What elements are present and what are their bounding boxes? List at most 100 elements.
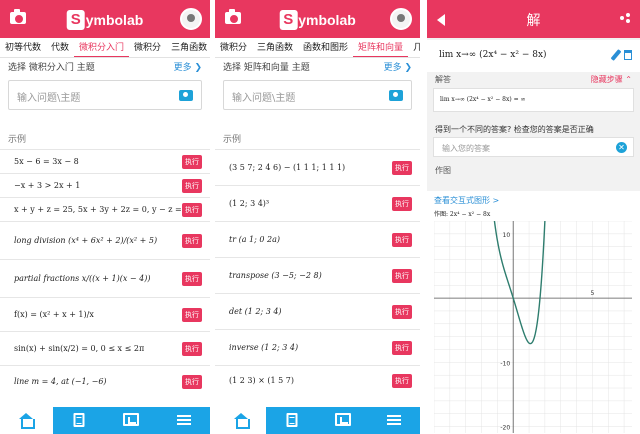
- example-row[interactable]: (3 5 7; 2 4 6) − (1 1 1; 1 1 1) 执行: [215, 149, 420, 185]
- nav-graph[interactable]: [318, 407, 369, 434]
- more-link[interactable]: 更多 ❯: [174, 60, 202, 73]
- example-expression[interactable]: transpose (3 −5; −2 8): [229, 271, 322, 280]
- tab-1[interactable]: 代数: [46, 38, 74, 57]
- solution-top-bar: 解: [427, 0, 640, 38]
- topic-prompt: 选择 矩阵和向量 主题: [223, 63, 310, 73]
- execute-button[interactable]: 执行: [182, 202, 202, 217]
- execute-button[interactable]: 执行: [392, 268, 412, 283]
- example-expression[interactable]: long division (x⁴ + 6x² + 2)/(x² + 5): [14, 236, 157, 245]
- example-row[interactable]: 5x − 6 = 3x − 8 执行: [0, 149, 210, 173]
- example-row[interactable]: tr (a 1; 0 2a) 执行: [215, 221, 420, 257]
- search-placeholder: 输入问题\主题: [17, 93, 81, 104]
- example-expression[interactable]: partial fractions x/((x + 1)(x − 4)): [14, 274, 151, 283]
- example-expression[interactable]: (1 2; 3 4)³: [229, 199, 269, 208]
- example-row[interactable]: inverse (1 2; 3 4) 执行: [215, 329, 420, 365]
- tab-2[interactable]: 微积分入门: [74, 38, 130, 57]
- example-expression[interactable]: x + y + z = 25, 5x + 3y + 2z = 0, y − z …: [14, 205, 182, 214]
- graph-panel: 查看交互式图形 > 作图: 2x⁴ − x² − 8x 10 -10 -20 5: [427, 191, 640, 434]
- camera-icon[interactable]: [225, 9, 241, 24]
- example-row[interactable]: line m = 4, at (−1, −6) 执行: [0, 365, 210, 397]
- example-row[interactable]: sin(x) + sin(x/2) = 0, 0 ≤ x ≤ 2π 执行: [0, 331, 210, 365]
- nav-graph[interactable]: [105, 407, 158, 434]
- nav-notebook[interactable]: [53, 407, 106, 434]
- execute-button[interactable]: 执行: [392, 160, 412, 175]
- tab-1[interactable]: 三角函数: [252, 38, 298, 57]
- avatar[interactable]: [180, 8, 202, 30]
- search-input[interactable]: 输入问题\主题: [8, 80, 202, 110]
- example-expression[interactable]: tr (a 1; 0 2a): [229, 235, 280, 244]
- example-row[interactable]: (1 2 3) × (1 5 7) 执行: [215, 365, 420, 395]
- execute-button[interactable]: 执行: [182, 341, 202, 356]
- back-icon[interactable]: [437, 14, 445, 26]
- tab-4[interactable]: 三角函数: [166, 38, 210, 57]
- example-row[interactable]: −x + 3 > 2x + 1 执行: [0, 173, 210, 197]
- example-expression[interactable]: (3 5 7; 2 4 6) − (1 1 1; 1 1 1): [229, 163, 345, 172]
- example-expression[interactable]: f(x) = (x² + x + 1)/x: [14, 310, 94, 319]
- search-input[interactable]: 输入问题\主题: [223, 80, 412, 110]
- example-expression[interactable]: −x + 3 > 2x + 1: [14, 181, 80, 190]
- examples-title: 示例: [223, 135, 242, 145]
- tab-0[interactable]: 微积分: [215, 38, 252, 57]
- tab-4[interactable]: 几何: [408, 38, 420, 57]
- screen-matrices: S ymbolab 微积分三角函数函数和图形矩阵和向量几何 选择 矩阵和向量 主…: [215, 0, 420, 434]
- delete-icon[interactable]: [624, 50, 632, 60]
- avatar[interactable]: [390, 8, 412, 30]
- camera-scan-icon[interactable]: [179, 90, 193, 101]
- nav-home[interactable]: [215, 407, 267, 434]
- example-expression[interactable]: (1 2 3) × (1 5 7): [229, 376, 294, 385]
- example-row[interactable]: (1 2; 3 4)³ 执行: [215, 185, 420, 221]
- query-expression[interactable]: lim x→∞ (2x⁴ − x² − 8x): [439, 50, 547, 60]
- camera-scan-icon[interactable]: [389, 90, 403, 101]
- topic-row: 选择 微积分入门 主题 更多 ❯: [0, 58, 210, 74]
- query-panel: lim x→∞ (2x⁴ − x² − 8x): [427, 40, 640, 72]
- home-icon: [233, 413, 250, 429]
- example-row[interactable]: f(x) = (x² + x + 1)/x 执行: [0, 297, 210, 331]
- example-row[interactable]: partial fractions x/((x + 1)(x − 4)) 执行: [0, 259, 210, 297]
- example-expression[interactable]: det (1 2; 3 4): [229, 307, 282, 316]
- execute-button[interactable]: 执行: [392, 232, 412, 247]
- execute-button[interactable]: 执行: [182, 271, 202, 286]
- clear-icon[interactable]: ✕: [616, 142, 627, 153]
- execute-button[interactable]: 执行: [182, 178, 202, 193]
- execute-button[interactable]: 执行: [392, 340, 412, 355]
- execute-button[interactable]: 执行: [182, 154, 202, 169]
- execute-button[interactable]: 执行: [392, 304, 412, 319]
- camera-icon[interactable]: [10, 9, 26, 24]
- more-link[interactable]: 更多 ❯: [384, 60, 412, 73]
- function-graph[interactable]: 10 -10 -20 5: [434, 221, 632, 433]
- example-row[interactable]: x + y + z = 25, 5x + 3y + 2z = 0, y − z …: [0, 197, 210, 221]
- tab-2[interactable]: 函数和图形: [298, 38, 353, 57]
- graph-icon: [335, 413, 352, 426]
- example-expression[interactable]: inverse (1 2; 3 4): [229, 343, 298, 352]
- execute-button[interactable]: 执行: [392, 196, 412, 211]
- nav-menu[interactable]: [158, 407, 211, 434]
- nav-menu[interactable]: [369, 407, 420, 434]
- execute-button[interactable]: 执行: [392, 373, 412, 388]
- nav-home[interactable]: [0, 407, 53, 434]
- nav-notebook[interactable]: [266, 407, 317, 434]
- logo-letter: S: [279, 9, 298, 30]
- execute-button[interactable]: 执行: [182, 233, 202, 248]
- example-row[interactable]: transpose (3 −5; −2 8) 执行: [215, 257, 420, 293]
- tab-3[interactable]: 微积分: [129, 38, 166, 57]
- share-icon[interactable]: [620, 13, 630, 23]
- screen-solution: 解 lim x→∞ (2x⁴ − x² − 8x) 解答 隐藏步骤 ⌃ lim …: [427, 0, 640, 434]
- tab-0[interactable]: 初等代数: [0, 38, 46, 57]
- example-expression[interactable]: sin(x) + sin(x/2) = 0, 0 ≤ x ≤ 2π: [14, 344, 144, 353]
- y-tick-label: -10: [500, 360, 510, 367]
- answer-input[interactable]: 输入您的答案 ✕: [433, 137, 634, 157]
- different-answer-prompt: 得到一个不同的答案? 检查您的答案是否正确: [435, 125, 594, 134]
- example-row[interactable]: long division (x⁴ + 6x² + 2)/(x² + 5) 执行: [0, 221, 210, 259]
- interactive-graph-link[interactable]: 查看交互式图形 >: [434, 195, 499, 206]
- tab-3[interactable]: 矩阵和向量: [353, 38, 409, 57]
- example-expression[interactable]: 5x − 6 = 3x − 8: [14, 157, 79, 166]
- execute-button[interactable]: 执行: [182, 374, 202, 389]
- screen-calculus-intro: S ymbolab 初等代数代数微积分入门微积分三角函数函 选择 微积分入门 主…: [0, 0, 210, 434]
- execute-button[interactable]: 执行: [182, 307, 202, 322]
- hide-steps-link[interactable]: 隐藏步骤 ⌃: [591, 72, 632, 88]
- example-expression[interactable]: line m = 4, at (−1, −6): [14, 377, 107, 386]
- edit-icon[interactable]: [610, 49, 622, 61]
- bottom-nav: [215, 407, 420, 434]
- y-tick-label: 10: [503, 232, 511, 239]
- example-row[interactable]: det (1 2; 3 4) 执行: [215, 293, 420, 329]
